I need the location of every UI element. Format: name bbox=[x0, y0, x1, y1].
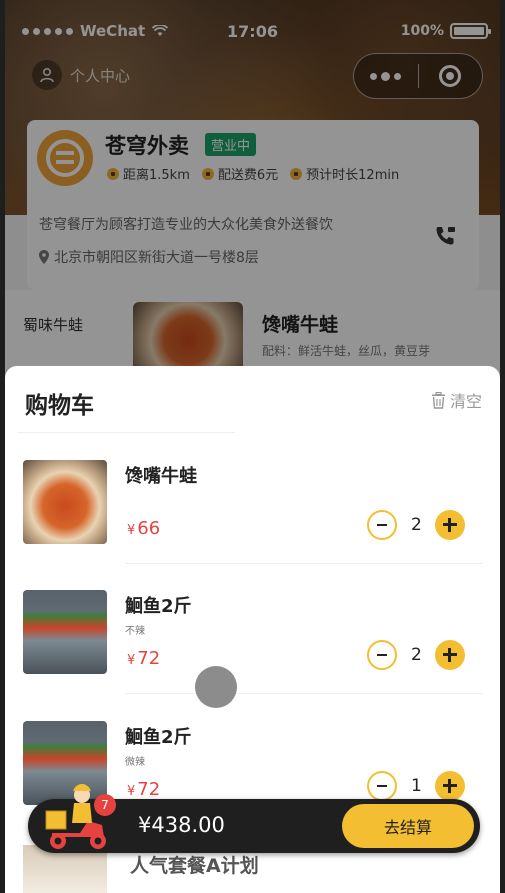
cart-count-badge: 7 bbox=[94, 794, 116, 816]
cart-item: 鮰鱼2斤 不辣 ¥72 2 bbox=[23, 590, 483, 700]
clear-cart-button[interactable]: 清空 bbox=[431, 388, 482, 412]
divider bbox=[17, 432, 235, 433]
cart-title: 购物车 bbox=[25, 393, 94, 419]
currency-symbol: ¥ bbox=[127, 653, 136, 668]
quantity-value: 2 bbox=[411, 515, 422, 535]
price-value: 66 bbox=[137, 518, 161, 539]
item-price: ¥72 bbox=[127, 779, 160, 800]
item-name: 鮰鱼2斤 bbox=[125, 727, 192, 748]
decrease-button[interactable] bbox=[367, 510, 397, 540]
delivery-courier-icon[interactable] bbox=[40, 781, 116, 853]
cart-total: ¥438.00 bbox=[138, 813, 225, 837]
divider bbox=[125, 693, 483, 694]
item-image bbox=[23, 590, 107, 674]
increase-button[interactable] bbox=[435, 640, 465, 670]
item-image bbox=[23, 460, 107, 544]
quantity-value: 2 bbox=[411, 645, 422, 665]
app-screen: WeChat 17:06 100% 个人中心 苍穹外卖 营业中 距离1.5km … bbox=[0, 0, 505, 893]
increase-button[interactable] bbox=[435, 771, 465, 801]
decrease-button[interactable] bbox=[367, 771, 397, 801]
currency-symbol: ¥ bbox=[127, 523, 136, 538]
item-name: 鮰鱼2斤 bbox=[125, 596, 192, 617]
divider bbox=[125, 563, 483, 564]
touch-indicator bbox=[195, 666, 237, 708]
checkout-button[interactable]: 去结算 bbox=[342, 804, 474, 848]
item-spec: 不辣 bbox=[125, 626, 145, 637]
checkout-bar: 7 ¥438.00 去结算 bbox=[28, 784, 480, 853]
item-name: 馋嘴牛蛙 bbox=[125, 466, 197, 487]
currency-symbol: ¥ bbox=[127, 784, 136, 799]
item-name: 人气套餐A计划 bbox=[130, 855, 259, 877]
item-price: ¥66 bbox=[127, 518, 160, 539]
item-price: ¥72 bbox=[127, 648, 160, 669]
quantity-stepper: 2 bbox=[367, 510, 465, 540]
cart-item: 馋嘴牛蛙 ¥66 2 bbox=[23, 460, 483, 570]
decrease-button[interactable] bbox=[367, 640, 397, 670]
clear-label: 清空 bbox=[449, 392, 482, 411]
increase-button[interactable] bbox=[435, 510, 465, 540]
item-spec: 微辣 bbox=[125, 757, 145, 768]
quantity-stepper: 2 bbox=[367, 640, 465, 670]
price-value: 72 bbox=[137, 779, 161, 800]
quantity-value: 1 bbox=[411, 776, 422, 796]
trash-icon bbox=[431, 391, 445, 409]
price-value: 72 bbox=[137, 648, 161, 669]
quantity-stepper: 1 bbox=[367, 771, 465, 801]
